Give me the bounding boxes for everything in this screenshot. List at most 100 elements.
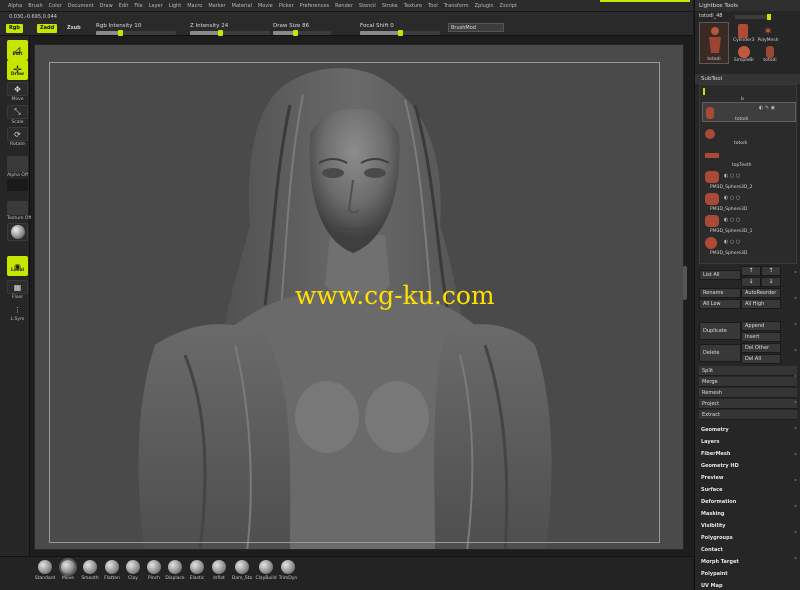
menu-edit[interactable]: Edit bbox=[119, 3, 129, 9]
current-tool-thumbnail[interactable]: totodi bbox=[699, 22, 729, 64]
brush-standard[interactable]: Standard bbox=[33, 560, 57, 581]
menu-transform[interactable]: Transform bbox=[444, 3, 469, 9]
simplebrush-thumbnail[interactable]: SimpleBr bbox=[733, 46, 755, 63]
fibermesh-menu[interactable]: FiberMesh bbox=[701, 451, 730, 457]
del-other-button[interactable]: Del Other bbox=[741, 343, 781, 353]
brush-mod-field[interactable]: BrushMod bbox=[448, 23, 504, 32]
alpha-picker-button[interactable]: L.Sym bbox=[7, 179, 28, 191]
geometry-menu[interactable]: Geometry bbox=[701, 427, 729, 433]
polypaint-menu[interactable]: Polypaint bbox=[701, 571, 728, 577]
canvas-scroll-handle[interactable] bbox=[683, 266, 687, 300]
brush-move[interactable]: Move bbox=[56, 560, 80, 581]
brush-inflat[interactable]: Inflat bbox=[207, 560, 231, 581]
move-up-button[interactable]: ↑ bbox=[741, 266, 761, 276]
subtool-header[interactable]: SubTool bbox=[695, 74, 800, 84]
brush-claybuildup[interactable]: ClayBuild bbox=[254, 560, 278, 581]
brush-smooth[interactable]: Smooth bbox=[78, 560, 102, 581]
edit-button[interactable]: ⊿ Edit bbox=[7, 40, 28, 60]
rgb-toggle[interactable]: Rgb bbox=[6, 24, 24, 33]
z-intensity-slider[interactable] bbox=[190, 30, 270, 36]
menu-texture[interactable]: Texture bbox=[404, 3, 422, 9]
menu-picker[interactable]: Picker bbox=[279, 3, 294, 9]
contact-menu[interactable]: Contact bbox=[701, 547, 723, 553]
extract-section[interactable]: Extract bbox=[699, 410, 797, 420]
rename-button[interactable]: Rename bbox=[699, 288, 741, 298]
visibility-toggles[interactable]: ◐ ○ ○ bbox=[724, 195, 740, 201]
brush-trimdynamic[interactable]: TrimDyn bbox=[276, 560, 300, 581]
delete-button[interactable]: Delete bbox=[699, 344, 741, 362]
rgb-intensity-slider[interactable] bbox=[96, 30, 176, 36]
alpha-button[interactable]: Alpha Off bbox=[7, 156, 28, 178]
local-button[interactable]: ◉ Local bbox=[7, 256, 28, 276]
menu-stencil[interactable]: Stencil bbox=[359, 3, 376, 9]
focal-shift-slider[interactable] bbox=[360, 30, 440, 36]
masking-menu[interactable]: Masking bbox=[701, 511, 725, 517]
list-all-button[interactable]: List All bbox=[699, 270, 741, 280]
move-top-button[interactable]: ↑ bbox=[761, 266, 781, 276]
subtool-item-selected[interactable]: b ◐ ✎ ◉ totodi bbox=[702, 97, 796, 122]
menu-color[interactable]: Color bbox=[49, 3, 62, 9]
subtool-item[interactable]: ◐ ○ ○ PM3D_Sphere3D bbox=[702, 237, 796, 259]
brush-dam-standard[interactable]: Dam_Sta bbox=[230, 560, 254, 581]
menu-marker[interactable]: Marker bbox=[208, 3, 225, 9]
visibility-toggles[interactable]: ◐ ○ ○ bbox=[724, 239, 740, 245]
floor-button[interactable]: ▦ Floor bbox=[7, 280, 28, 300]
move-down-button[interactable]: ↓ bbox=[741, 277, 761, 287]
geometry-hd-menu[interactable]: Geometry HD bbox=[701, 463, 739, 469]
subtool-item[interactable]: ◐ ○ ○ PM3D_Sphere3D_1 bbox=[702, 215, 796, 235]
rotate-button[interactable]: ⟳ Rotate bbox=[7, 127, 28, 147]
menu-zplugin[interactable]: Zplugin bbox=[475, 3, 494, 9]
autoreorder-button[interactable]: AutoReorder bbox=[741, 288, 781, 298]
preview-menu[interactable]: Preview bbox=[701, 475, 724, 481]
del-all-button[interactable]: Del All bbox=[741, 354, 781, 364]
morph-target-menu[interactable]: Morph Target bbox=[701, 559, 739, 565]
visibility-menu[interactable]: Visibility bbox=[701, 523, 726, 529]
document-canvas[interactable]: www.cg-ku.com bbox=[34, 44, 684, 550]
visibility-toggles[interactable]: ◐ ○ ○ bbox=[724, 173, 740, 179]
subtool-item[interactable]: ◐ ○ ○ PM3D_Sphere3D bbox=[702, 193, 796, 213]
zsub-toggle[interactable]: Zsub bbox=[64, 24, 84, 33]
symmetry-button[interactable]: ⋮ L.Sym bbox=[7, 304, 28, 322]
draw-size-slider[interactable] bbox=[273, 30, 331, 36]
visibility-toggles[interactable]: ◐ ✎ ◉ bbox=[759, 105, 775, 111]
menu-tool[interactable]: Tool bbox=[428, 3, 438, 9]
insert-button[interactable]: Insert bbox=[741, 332, 781, 342]
menu-movie[interactable]: Movie bbox=[258, 3, 273, 9]
material-button[interactable] bbox=[7, 223, 28, 241]
all-high-button[interactable]: All High bbox=[741, 299, 781, 309]
menu-material[interactable]: Material bbox=[232, 3, 252, 9]
brush-elastic[interactable]: Elastic bbox=[185, 560, 209, 581]
zadd-toggle[interactable]: Zadd bbox=[37, 24, 58, 33]
move-button[interactable]: ✥ Move bbox=[7, 82, 28, 102]
menu-preferences[interactable]: Preferences bbox=[300, 3, 329, 9]
cylinder-thumbnail[interactable]: Cylinder3 bbox=[733, 24, 755, 43]
subtool-item[interactable]: topTeeth bbox=[702, 151, 796, 171]
menu-alpha[interactable]: Alpha bbox=[8, 3, 22, 9]
remesh-section[interactable]: Remesh bbox=[699, 388, 797, 398]
project-section[interactable]: Project bbox=[699, 399, 797, 409]
append-button[interactable]: Append bbox=[741, 321, 781, 331]
menu-layer[interactable]: Layer bbox=[149, 3, 163, 9]
deformation-menu[interactable]: Deformation bbox=[701, 499, 736, 505]
tool-slider[interactable] bbox=[735, 14, 771, 20]
menu-stroke[interactable]: Stroke bbox=[382, 3, 398, 9]
menu-document[interactable]: Document bbox=[68, 3, 94, 9]
merge-section[interactable]: Merge bbox=[699, 377, 797, 387]
totodi-thumbnail[interactable]: totodi bbox=[759, 46, 781, 63]
all-low-button[interactable]: All Low bbox=[699, 299, 741, 309]
menu-zscript[interactable]: Zscript bbox=[500, 3, 517, 9]
split-section[interactable]: Split bbox=[699, 366, 797, 376]
draw-button[interactable]: ✛ Draw bbox=[7, 60, 28, 80]
menu-file[interactable]: File bbox=[134, 3, 142, 9]
subtool-item[interactable]: totodi bbox=[702, 129, 796, 149]
menu-light[interactable]: Light bbox=[169, 3, 181, 9]
polygroups-menu[interactable]: Polygroups bbox=[701, 535, 733, 541]
subtool-item[interactable]: ◐ ○ ○ PM3D_Sphere3D_2 bbox=[702, 171, 796, 191]
scale-button[interactable]: ⤡ Scale bbox=[7, 105, 28, 125]
menu-brush[interactable]: Brush bbox=[28, 3, 42, 9]
menu-draw[interactable]: Draw bbox=[100, 3, 113, 9]
menu-macro[interactable]: Macro bbox=[187, 3, 202, 9]
surface-menu[interactable]: Surface bbox=[701, 487, 723, 493]
lightbox-tools-header[interactable]: Lightbox Tools bbox=[695, 0, 800, 11]
brush-displace[interactable]: Displace bbox=[163, 560, 187, 581]
